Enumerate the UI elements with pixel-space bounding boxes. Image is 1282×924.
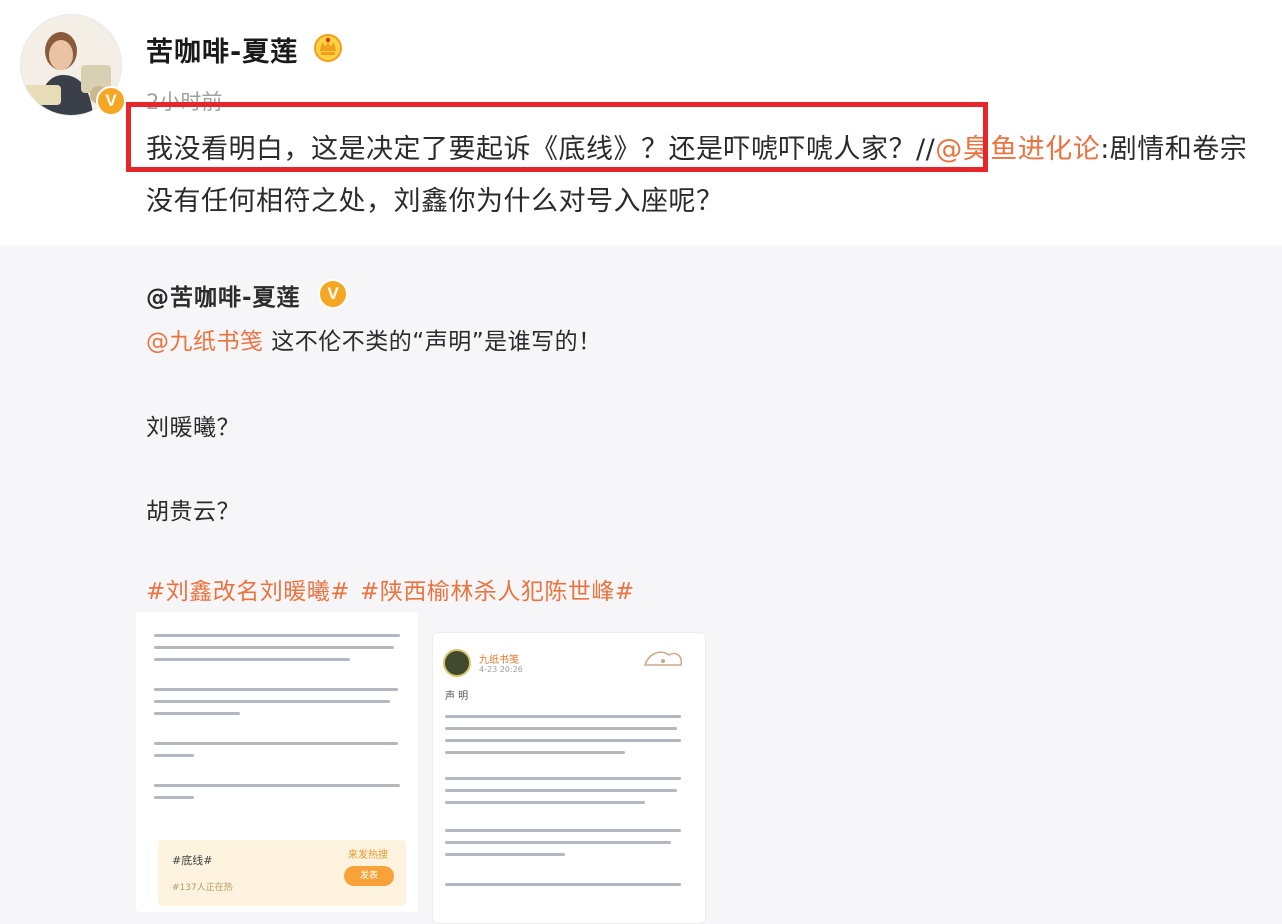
- topic-card[interactable]: #底线# #137人正在热 来发热搜 发表: [158, 840, 406, 906]
- weibo-post: V 苦咖啡-夏莲 2小时前 我没看明白，这是决定了要起诉《底线》？还是吓唬吓唬人…: [0, 0, 1282, 246]
- doodle-icon: [643, 651, 683, 666]
- hashtag-link[interactable]: #陕西榆林杀人犯陈世峰#: [360, 579, 635, 605]
- topic-card-button[interactable]: 发表: [344, 866, 394, 886]
- topic-card-link[interactable]: 来发热搜: [348, 846, 388, 861]
- publisher-avatar: [443, 649, 471, 677]
- verified-badge-icon: V: [96, 86, 126, 116]
- topic-card-sub: #137人正在热: [172, 883, 233, 893]
- hashtag-row: #刘鑫改名刘暖曦# #陕西榆林杀人犯陈世峰#: [146, 572, 645, 606]
- attached-image-declaration[interactable]: 九纸书笺 4-23 20:26 声 明: [432, 632, 706, 924]
- retweet-line-1: @九纸书笺 这不伦不类的“声明”是谁写的！: [146, 322, 602, 356]
- retweet-line-3: 胡贵云？: [146, 499, 240, 525]
- attached-image-statement[interactable]: #底线# #137人正在热 来发热搜 发表: [136, 612, 418, 912]
- verified-badge-icon: V: [318, 279, 348, 309]
- retweet-mention-link[interactable]: @九纸书笺: [146, 329, 264, 355]
- retweet-author-name[interactable]: @苦咖啡-夏莲: [146, 278, 301, 312]
- author-name[interactable]: 苦咖啡-夏莲: [146, 30, 298, 69]
- topic-card-tag: #底线#: [172, 854, 213, 867]
- retweet-container: @苦咖啡-夏莲 V @九纸书笺 这不伦不类的“声明”是谁写的！ 刘暖曦？ 胡贵云…: [0, 246, 1282, 924]
- declaration-title: 声 明: [445, 691, 469, 702]
- vip-crown-icon: [314, 34, 342, 62]
- hashtag-link[interactable]: #刘鑫改名刘暖曦#: [146, 579, 350, 605]
- retweet-line-2: 刘暖曦？: [146, 415, 240, 441]
- retweet-line-1-text: 这不伦不类的“声明”是谁写的！: [263, 329, 602, 355]
- publisher-name: 九纸书笺: [479, 655, 519, 666]
- author-avatar-wrapper[interactable]: V: [20, 14, 126, 118]
- red-highlight-box: [126, 102, 988, 172]
- publisher-date: 4-23 20:26: [479, 665, 523, 674]
